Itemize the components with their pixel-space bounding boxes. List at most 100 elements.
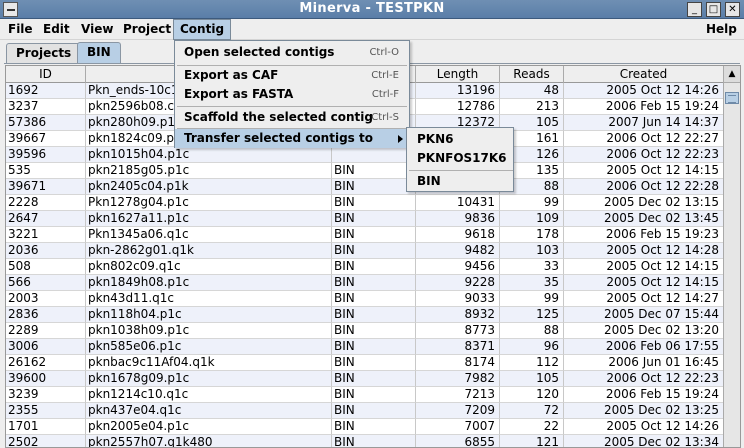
table-row[interactable]: 2228 Pkn1278g04.p1c BIN 10431 99 2005 Dec 02 … (6, 195, 724, 211)
cell-created: 2006 Feb 15 19:23 (564, 227, 724, 243)
scrollbar-thumb[interactable] (725, 92, 739, 104)
table-row[interactable]: 39600 pkn1678g09.p1c BIN 7982 105 2006 Oct 12… (6, 371, 724, 387)
cell-name: pknbac9c11Af04.q1k (86, 355, 332, 371)
cell-created: 2005 Oct 12 14:27 (564, 291, 724, 307)
cell-reads: 121 (500, 435, 564, 447)
cell-name: pkn1038h09.p1c (86, 323, 332, 339)
cell-reads: 125 (500, 307, 564, 323)
cell-created: 2005 Oct 12 14:28 (564, 243, 724, 259)
table-row[interactable]: 2355 pkn437e04.q1c BIN 7209 72 2005 Dec 02 13… (6, 403, 724, 419)
menu-item-shortcut: Ctrl-O (369, 47, 399, 58)
cell-reads: 109 (500, 211, 564, 227)
table-row[interactable]: 2036 pkn-2862g01.q1k BIN 9482 103 2005 Oct 12… (6, 243, 724, 259)
vertical-scrollbar[interactable]: ▲ (723, 66, 740, 447)
table-row[interactable]: 2502 pkn2557h07.q1k480 BIN 6855 121 2005 Dec … (6, 435, 724, 447)
cell-length: 9033 (416, 291, 500, 307)
menu-item-open-selected-contigs[interactable]: Open selected contigs Ctrl-O (175, 43, 409, 62)
cell-name: pkn-2862g01.q1k (86, 243, 332, 259)
tab-bin[interactable]: BIN (77, 42, 121, 64)
column-header-created[interactable]: Created (564, 66, 724, 83)
transfer-submenu-popup: PKN6 PKNFOS17K6 BIN (406, 127, 514, 192)
cell-length: 7209 (416, 403, 500, 419)
scroll-up-arrow-icon[interactable]: ▲ (724, 66, 740, 83)
cell-id: 2289 (6, 323, 86, 339)
table-row[interactable]: 26162 pknbac9c11Af04.q1k BIN 8174 112 2006 Ju… (6, 355, 724, 371)
menu-item-label: Export as FASTA (184, 87, 294, 101)
table-row[interactable]: 535 pkn2185g05.p1c BIN 135 2005 Oct 12 14:15 (6, 163, 724, 179)
cell-length: 7982 (416, 371, 500, 387)
table-row[interactable]: 1701 pkn2005e04.p1c BIN 7007 22 2005 Oct 12 1… (6, 419, 724, 435)
cell-id: 26162 (6, 355, 86, 371)
table-row[interactable]: 2647 pkn1627a11.p1c BIN 9836 109 2005 Dec 02 … (6, 211, 724, 227)
table-row[interactable]: 566 pkn1849h08.p1c BIN 9228 35 2005 Oct 12 14… (6, 275, 724, 291)
table-row[interactable]: 39671 pkn2405c04.p1k BIN 88 2006 Oct 12 22:2… (6, 179, 724, 195)
cell-reads: 48 (500, 83, 564, 99)
cell-project: BIN (332, 307, 416, 323)
cell-name: pkn1678g09.p1c (86, 371, 332, 387)
cell-name: pkn2405c04.p1k (86, 179, 332, 195)
cell-length: 9836 (416, 211, 500, 227)
menu-contig[interactable]: Contig (173, 19, 232, 40)
menu-file[interactable]: File (2, 19, 39, 40)
column-header-length[interactable]: Length (416, 66, 500, 83)
cell-project: BIN (332, 275, 416, 291)
menu-item-export-fasta[interactable]: Export as FASTA Ctrl-F (175, 85, 409, 104)
cell-reads: 96 (500, 339, 564, 355)
table-row[interactable]: 3239 pkn1214c10.q1c BIN 7213 120 2006 Feb 15 … (6, 387, 724, 403)
close-button[interactable]: ✕ (725, 2, 740, 17)
table-row[interactable]: 508 pkn802c09.q1c BIN 9456 33 2005 Oct 12 14:… (6, 259, 724, 275)
cell-created: 2005 Dec 02 13:20 (564, 323, 724, 339)
menu-item-shortcut: Ctrl-F (371, 89, 399, 100)
column-header-reads[interactable]: Reads (500, 66, 564, 83)
table-row[interactable]: 2836 pkn118h04.p1c BIN 8932 125 2005 Dec 07 1… (6, 307, 724, 323)
submenu-item-pkn6[interactable]: PKN6 (407, 130, 513, 149)
cell-id: 39596 (6, 147, 86, 163)
cell-created: 2006 Oct 12 22:27 (564, 131, 724, 147)
table-row[interactable]: 3006 pkn585e06.p1c BIN 8371 96 2006 Feb 06 17… (6, 339, 724, 355)
cell-project: BIN (332, 323, 416, 339)
cell-reads: 112 (500, 355, 564, 371)
cell-length: 7007 (416, 419, 500, 435)
cell-project: BIN (332, 259, 416, 275)
cell-name: pkn1015h04.p1c (86, 147, 332, 163)
table-row[interactable]: 39596 pkn1015h04.p1c 126 2006 Oct 12 22:23 (6, 147, 724, 163)
menu-help[interactable]: Help (700, 19, 743, 40)
cell-name: pkn1214c10.q1c (86, 387, 332, 403)
window-title: Minerva - TESTPKN (299, 1, 445, 16)
submenu-item-pknfos17k6[interactable]: PKNFOS17K6 (407, 149, 513, 168)
cell-id: 39600 (6, 371, 86, 387)
menu-item-label: Open selected contigs (184, 45, 335, 59)
tab-projects[interactable]: Projects (6, 43, 82, 63)
menu-project[interactable]: Project (117, 19, 177, 40)
table-row[interactable]: 2289 pkn1038h09.p1c BIN 8773 88 2005 Dec 02 1… (6, 323, 724, 339)
cell-id: 2502 (6, 435, 86, 447)
cell-project: BIN (332, 195, 416, 211)
cell-name: pkn43d11.q1c (86, 291, 332, 307)
cell-id: 2003 (6, 291, 86, 307)
table-row[interactable]: 2003 pkn43d11.q1c BIN 9033 99 2005 Oct 12 14:… (6, 291, 724, 307)
menu-item-export-caf[interactable]: Export as CAF Ctrl-E (175, 66, 409, 85)
cell-project: BIN (332, 243, 416, 259)
cell-id: 508 (6, 259, 86, 275)
column-header-id[interactable]: ID (6, 66, 86, 83)
cell-reads: 99 (500, 195, 564, 211)
cell-created: 2005 Dec 02 13:15 (564, 195, 724, 211)
menu-item-transfer-selected-contigs[interactable]: Transfer selected contigs to (175, 129, 409, 148)
cell-length: 9456 (416, 259, 500, 275)
cell-created: 2006 Oct 12 22:23 (564, 371, 724, 387)
menu-view[interactable]: View (75, 19, 119, 40)
menu-edit[interactable]: Edit (37, 19, 76, 40)
cell-id: 2836 (6, 307, 86, 323)
cell-created: 2006 Feb 15 19:24 (564, 99, 724, 115)
cell-reads: 99 (500, 291, 564, 307)
submenu-item-bin[interactable]: BIN (407, 172, 513, 191)
cell-created: 2006 Jun 01 16:45 (564, 355, 724, 371)
maximize-button[interactable]: □ (706, 2, 721, 17)
table-row[interactable]: 3221 Pkn1345a06.q1c BIN 9618 178 2006 Feb 15 … (6, 227, 724, 243)
minimize-button[interactable]: _ (687, 2, 702, 17)
cell-id: 535 (6, 163, 86, 179)
cell-length: 8371 (416, 339, 500, 355)
menu-item-scaffold-selected-contig[interactable]: Scaffold the selected contig Ctrl-S (175, 108, 409, 127)
menu-separator (409, 170, 513, 171)
cell-name: pkn585e06.p1c (86, 339, 332, 355)
